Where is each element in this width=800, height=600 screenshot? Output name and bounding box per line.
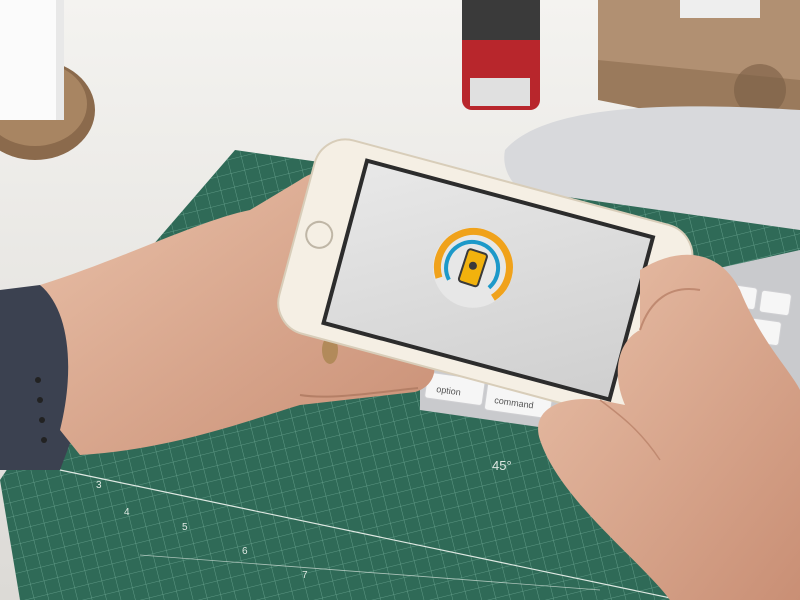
mat-number-7: 7 — [302, 570, 308, 581]
photo-scene: 45° 3 4 5 6 7 option command — [0, 0, 800, 600]
mat-number-6: 6 — [242, 546, 248, 557]
red-jar — [462, 0, 540, 110]
phone-location-app-icon — [432, 227, 513, 308]
mat-angle-label: 45° — [492, 458, 512, 473]
mat-number-3: 3 — [96, 480, 102, 491]
mat-number-5: 5 — [182, 522, 188, 533]
scene-illustration: 45° 3 4 5 6 7 option command — [0, 0, 800, 600]
mat-number-4: 4 — [124, 507, 130, 518]
